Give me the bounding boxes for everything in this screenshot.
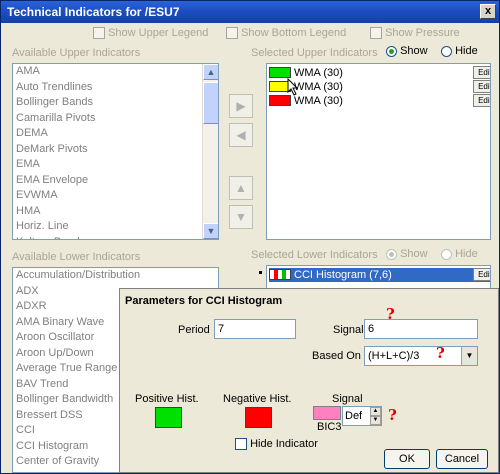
show-upper-legend-label: Show Upper Legend bbox=[108, 27, 209, 39]
signal-caption: BIC3 bbox=[317, 421, 342, 433]
period-input[interactable]: 7 bbox=[214, 319, 296, 339]
technical-indicators-dialog: Technical Indicators for /ESU7 x Show Up… bbox=[0, 0, 500, 474]
spinner-down-icon[interactable]: ▼ bbox=[370, 416, 381, 425]
focus-marker bbox=[259, 271, 262, 274]
scroll-down-arrow-icon[interactable]: ▼ bbox=[203, 223, 218, 239]
edit-button[interactable]: Edit bbox=[473, 66, 490, 79]
upper-show-radio[interactable] bbox=[386, 45, 397, 57]
show-pressure-option[interactable]: Show Pressure bbox=[370, 27, 460, 40]
lower-hide-radio[interactable] bbox=[441, 248, 452, 260]
selected-upper-title: Selected Upper Indicators bbox=[251, 47, 378, 59]
list-item[interactable]: Camarilla Pivots bbox=[13, 111, 218, 127]
list-item[interactable]: EMA bbox=[13, 157, 218, 173]
move-down-button[interactable]: ▼ bbox=[229, 205, 253, 229]
upper-hide-radio[interactable] bbox=[441, 45, 452, 57]
ok-button[interactable]: OK bbox=[384, 449, 430, 469]
lower-show-radio-option[interactable]: Show bbox=[386, 248, 428, 260]
available-upper-list[interactable]: AMA Auto Trendlines Bollinger Bands Camaril… bbox=[12, 63, 219, 240]
signal-label: Signal bbox=[333, 324, 364, 336]
window-title: Technical Indicators for /ESU7 bbox=[7, 5, 180, 19]
based-on-label: Based On bbox=[312, 350, 361, 362]
edit-button[interactable]: Edit bbox=[473, 268, 490, 281]
list-item[interactable]: AMA bbox=[13, 64, 218, 80]
show-bottom-legend-option[interactable]: Show Bottom Legend bbox=[226, 27, 347, 40]
upper-show-radio-option[interactable]: Show bbox=[386, 45, 428, 57]
question-mark-annotation: ? bbox=[386, 305, 395, 323]
hide-indicator-label: Hide Indicator bbox=[250, 438, 318, 450]
dropdown-arrow-icon[interactable]: ▼ bbox=[461, 347, 477, 365]
period-label: Period bbox=[178, 324, 210, 336]
selected-lower-item[interactable]: CCI Histogram (7,6) Edit bbox=[269, 268, 490, 282]
signal-color-swatch[interactable] bbox=[313, 406, 341, 420]
edit-button[interactable]: Edit bbox=[473, 94, 490, 107]
lower-show-radio[interactable] bbox=[386, 248, 397, 260]
title-bar: Technical Indicators for /ESU7 x bbox=[1, 1, 499, 23]
show-pressure-checkbox[interactable] bbox=[370, 27, 382, 40]
positive-hist-label: Positive Hist. bbox=[135, 393, 199, 405]
list-item[interactable]: DeMark Pivots bbox=[13, 142, 218, 158]
remove-indicator-button[interactable]: ◀ bbox=[229, 123, 253, 147]
cancel-button[interactable]: Cancel bbox=[436, 449, 488, 469]
list-item[interactable]: Horiz. Line bbox=[13, 219, 218, 235]
lower-hide-radio-option[interactable]: Hide bbox=[441, 248, 478, 260]
show-upper-legend-option[interactable]: Show Upper Legend bbox=[93, 27, 209, 40]
list-item[interactable]: EVWMA bbox=[13, 188, 218, 204]
selected-upper-item[interactable]: WMA (30) Edit bbox=[269, 94, 490, 108]
question-mark-annotation: ? bbox=[436, 344, 445, 362]
indicator-label: WMA (30) bbox=[294, 95, 343, 107]
show-bottom-legend-checkbox[interactable] bbox=[226, 27, 238, 40]
list-item[interactable]: Auto Trendlines bbox=[13, 80, 218, 96]
upper-hide-radio-option[interactable]: Hide bbox=[441, 45, 478, 57]
indicator-color-swatch[interactable] bbox=[269, 67, 291, 78]
list-item[interactable]: HMA bbox=[13, 204, 218, 220]
mouse-cursor-icon bbox=[287, 78, 299, 96]
based-on-select[interactable]: (H+L+C)/3 ▼ bbox=[364, 346, 478, 366]
signal-style-value: Def bbox=[345, 410, 363, 422]
negative-hist-label: Negative Hist. bbox=[223, 393, 292, 405]
list-item[interactable]: DEMA bbox=[13, 126, 218, 142]
upper-list-scrollbar[interactable]: ▲ ▼ bbox=[202, 64, 218, 239]
selected-upper-item[interactable]: WMA (30) Edit bbox=[269, 66, 490, 80]
indicator-label: CCI Histogram (7,6) bbox=[294, 269, 392, 281]
upper-hide-label: Hide bbox=[455, 45, 478, 57]
scroll-thumb[interactable] bbox=[203, 82, 218, 124]
spinner-up-icon[interactable]: ▲ bbox=[370, 407, 381, 416]
list-item[interactable]: Keltner Bands bbox=[13, 235, 218, 240]
lower-show-label: Show bbox=[400, 248, 428, 260]
signal-style-spinner[interactable]: Def ▲ ▼ bbox=[342, 406, 382, 426]
close-button[interactable]: x bbox=[480, 4, 496, 19]
indicator-color-swatch[interactable] bbox=[269, 95, 291, 106]
positive-hist-color-swatch[interactable] bbox=[155, 407, 182, 428]
signal-color-label: Signal bbox=[332, 393, 363, 405]
based-on-value: (H+L+C)/3 bbox=[368, 350, 420, 362]
selected-upper-item[interactable]: WMA (30) Edit bbox=[269, 80, 490, 94]
available-lower-title: Available Lower Indicators bbox=[12, 251, 141, 263]
indicator-label: WMA (30) bbox=[294, 67, 343, 79]
lower-hide-label: Hide bbox=[455, 248, 478, 260]
add-indicator-button[interactable]: ▶ bbox=[229, 94, 253, 118]
indicator-label: WMA (30) bbox=[294, 81, 343, 93]
move-up-button[interactable]: ▲ bbox=[229, 176, 253, 200]
edit-button[interactable]: Edit bbox=[473, 80, 490, 93]
histogram-icon bbox=[269, 269, 291, 280]
show-upper-legend-checkbox[interactable] bbox=[93, 27, 105, 40]
question-mark-annotation: ? bbox=[388, 406, 397, 424]
hide-indicator-checkbox[interactable] bbox=[235, 438, 247, 451]
hide-indicator-option[interactable]: Hide Indicator bbox=[235, 438, 318, 451]
selected-upper-list[interactable]: WMA (30) Edit WMA (30) Edit WMA (30) Edi… bbox=[266, 63, 491, 240]
signal-input[interactable]: 6 bbox=[364, 319, 478, 339]
list-item[interactable]: EMA Envelope bbox=[13, 173, 218, 189]
selected-lower-title: Selected Lower Indicators bbox=[251, 249, 378, 261]
negative-hist-color-swatch[interactable] bbox=[245, 407, 272, 428]
parameters-title: Parameters for CCI Histogram bbox=[125, 295, 283, 307]
show-bottom-legend-label: Show Bottom Legend bbox=[241, 27, 347, 39]
parameters-panel: Parameters for CCI Histogram Period 7 Si… bbox=[119, 288, 499, 473]
available-upper-title: Available Upper Indicators bbox=[12, 47, 141, 59]
scroll-up-arrow-icon[interactable]: ▲ bbox=[203, 64, 218, 80]
show-pressure-label: Show Pressure bbox=[385, 27, 460, 39]
list-item[interactable]: Bollinger Bands bbox=[13, 95, 218, 111]
list-item[interactable]: Accumulation/Distribution bbox=[13, 268, 218, 284]
upper-show-label: Show bbox=[400, 45, 428, 57]
